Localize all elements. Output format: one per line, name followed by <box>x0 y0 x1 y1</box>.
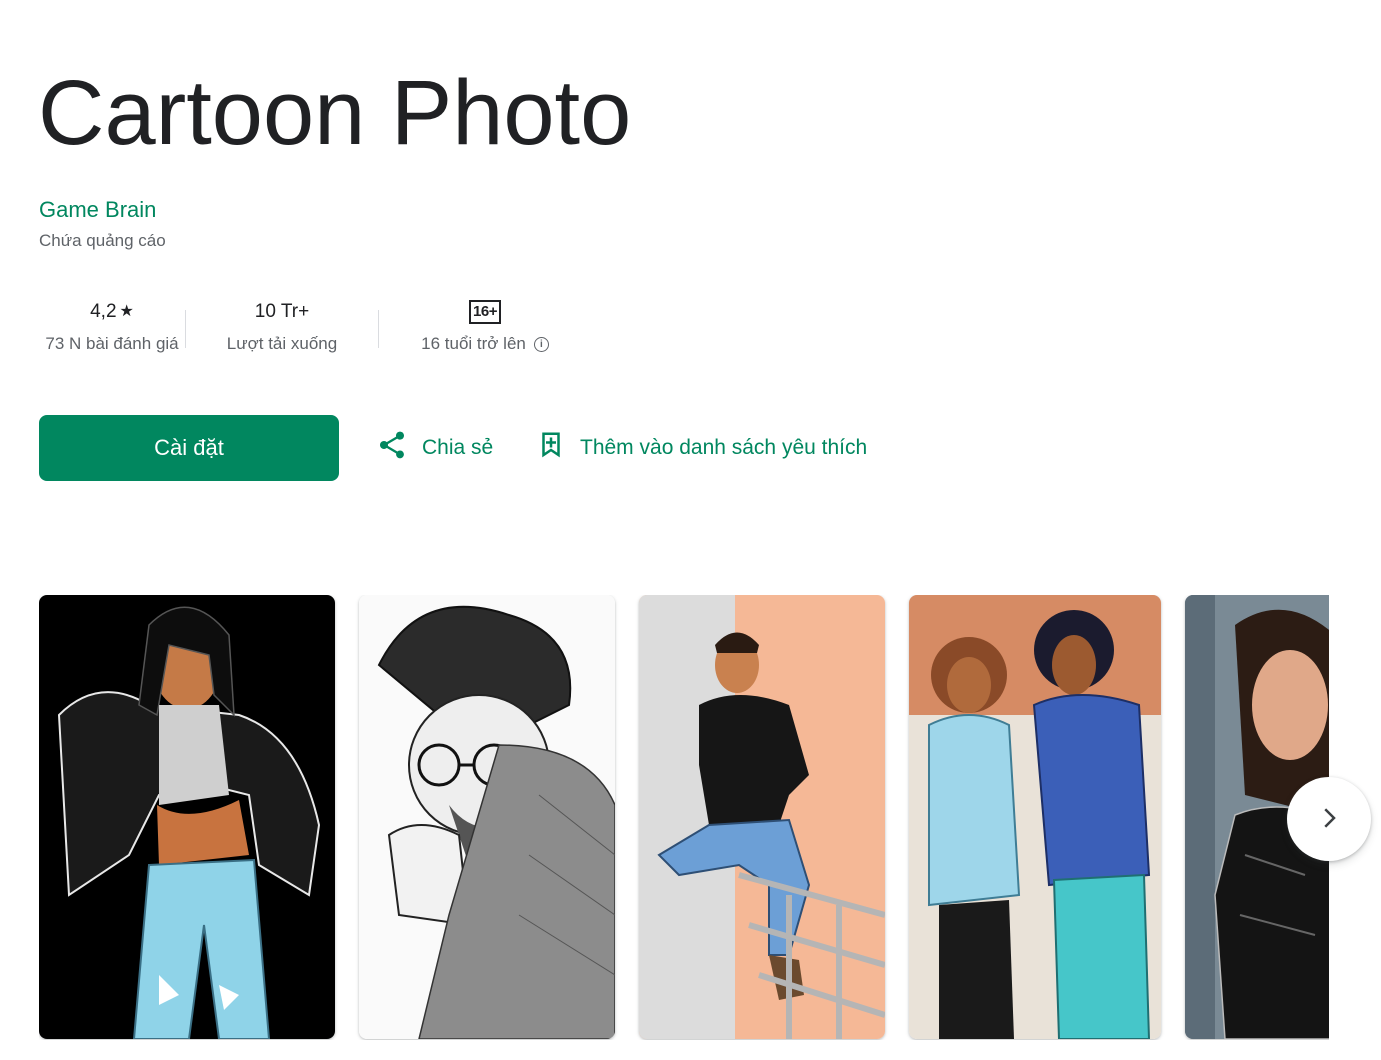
developer-link[interactable]: Game Brain <box>39 197 156 223</box>
bookmark-add-icon <box>536 429 566 467</box>
gallery-next-button[interactable] <box>1287 777 1371 861</box>
screenshot-4[interactable] <box>909 595 1161 1039</box>
rating-value: 4,2 <box>90 301 117 322</box>
chevron-right-icon <box>1314 803 1344 836</box>
screenshot-2[interactable] <box>359 595 615 1039</box>
add-to-wishlist-button[interactable]: Thêm vào danh sách yêu thích <box>536 428 867 468</box>
contains-ads-note: Chứa quảng cáo <box>39 231 166 250</box>
install-button[interactable]: Cài đặt <box>39 415 339 481</box>
cartoon-portrait-image <box>639 595 885 1039</box>
age-rating-badge: 16+ <box>469 300 501 324</box>
info-icon[interactable]: i <box>533 336 549 352</box>
share-button[interactable]: Chia sẻ <box>376 428 493 468</box>
downloads-value: 10 Tr+ <box>254 301 310 322</box>
app-title: Cartoon Photo <box>38 62 632 164</box>
screenshot-gallery <box>39 595 1329 1040</box>
downloads-label: Lượt tải xuống <box>226 334 338 353</box>
rating-stat[interactable]: 4,2 ★ 73 N bài đánh giá <box>39 298 185 368</box>
star-icon: ★ <box>119 303 134 320</box>
screenshot-3[interactable] <box>639 595 885 1039</box>
downloads-stat: 10 Tr+ Lượt tải xuống <box>186 298 378 368</box>
age-rating-label: 16 tuổi trở lên <box>421 334 526 353</box>
content-rating-stat: 16+ 16 tuổi trở lên i <box>379 298 591 368</box>
cartoon-portrait-image <box>39 595 335 1039</box>
cartoon-portrait-image <box>909 595 1161 1039</box>
review-count: 73 N bài đánh giá <box>45 334 179 353</box>
app-stats: 4,2 ★ 73 N bài đánh giá 10 Tr+ Lượt tải … <box>39 298 591 368</box>
screenshot-1[interactable] <box>39 595 335 1039</box>
share-label: Chia sẻ <box>422 436 494 459</box>
wishlist-label: Thêm vào danh sách yêu thích <box>580 436 868 459</box>
cartoon-portrait-image <box>359 595 615 1039</box>
app-details-page: Cartoon Photo Game Brain Chứa quảng cáo … <box>0 0 1381 1060</box>
share-icon <box>376 429 408 467</box>
